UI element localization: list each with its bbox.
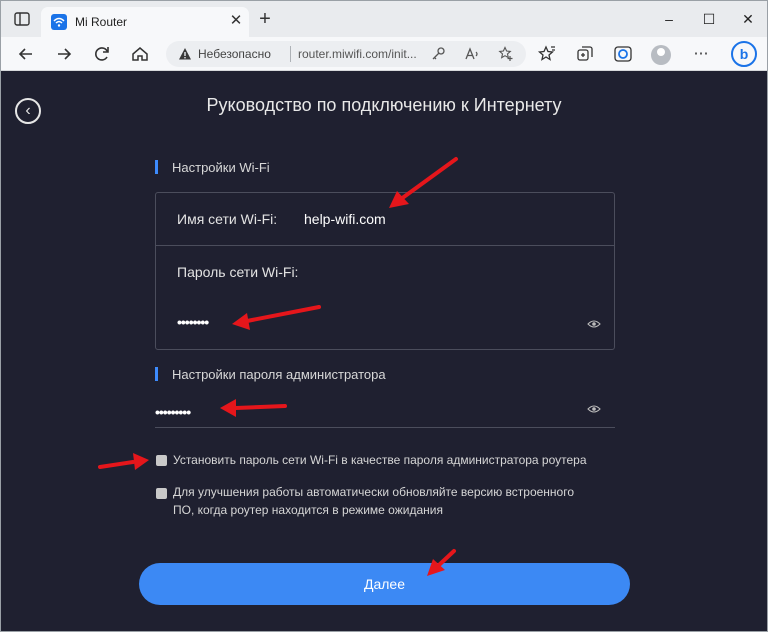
sidebar-icon[interactable] xyxy=(12,9,32,29)
annotation-arrow-ssid xyxy=(389,157,458,208)
router-setup-page: ‹ Руководство по подключению к Интернету… xyxy=(1,71,767,631)
wifi-favicon xyxy=(51,14,67,30)
back-icon[interactable] xyxy=(15,43,37,65)
more-menu-icon[interactable]: ⋯ xyxy=(691,44,711,64)
address-bar[interactable]: Небезопасно router.miwifi.com/init... xyxy=(166,41,526,67)
title-bar: Mi Router ✕ + – ☐ ✕ xyxy=(1,1,767,37)
annotation-arrows xyxy=(98,157,458,576)
annotation-arrow-admin-password xyxy=(220,399,287,417)
browser-window: Mi Router ✕ + – ☐ ✕ Небезопасно router.m… xyxy=(0,0,768,632)
annotation-arrow-next xyxy=(427,549,456,576)
bing-icon[interactable]: b xyxy=(731,41,757,67)
favorites-icon[interactable] xyxy=(537,44,557,64)
tab-mi-router[interactable]: Mi Router ✕ xyxy=(41,7,249,37)
url-text[interactable]: router.miwifi.com/init... xyxy=(298,47,417,61)
add-favorite-icon[interactable] xyxy=(498,46,514,62)
close-window-button[interactable]: ✕ xyxy=(738,9,758,29)
read-aloud-icon[interactable] xyxy=(464,46,480,62)
key-icon[interactable] xyxy=(430,46,446,62)
profile-icon[interactable] xyxy=(651,45,671,65)
collections-icon[interactable] xyxy=(575,44,595,64)
edge-icon[interactable] xyxy=(613,44,633,64)
annotation-arrow-checkbox xyxy=(98,453,149,470)
maximize-button[interactable]: ☐ xyxy=(699,9,719,29)
browser-toolbar: Небезопасно router.miwifi.com/init... ⋯ … xyxy=(1,37,767,71)
warning-icon[interactable] xyxy=(178,47,192,61)
tab-title: Mi Router xyxy=(75,15,128,29)
security-label[interactable]: Небезопасно xyxy=(198,47,271,61)
home-icon[interactable] xyxy=(129,43,151,65)
address-divider xyxy=(290,46,291,62)
tab-close-icon[interactable]: ✕ xyxy=(227,12,245,30)
refresh-icon[interactable] xyxy=(91,43,113,65)
minimize-button[interactable]: – xyxy=(659,9,679,29)
forward-icon[interactable] xyxy=(53,43,75,65)
new-tab-button[interactable]: + xyxy=(255,9,275,29)
annotation-arrow-wifi-password xyxy=(232,305,321,330)
